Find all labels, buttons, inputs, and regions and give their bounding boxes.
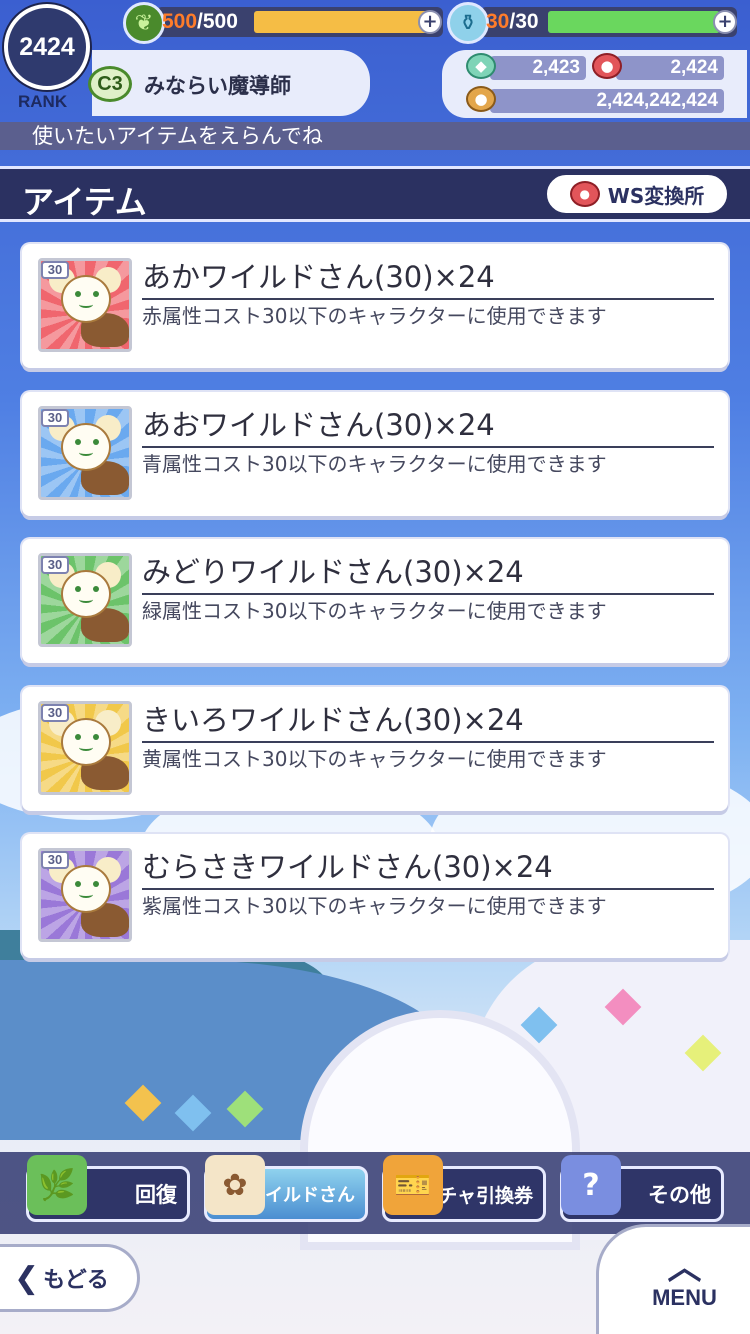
ws-stone-icon: ● — [569, 181, 600, 207]
rank-badge: 2424 — [4, 4, 90, 90]
item-name: みどりワイルドさん(30)×24 — [142, 549, 714, 595]
item-description: 紫属性コスト30以下のキャラクターに使用できます — [142, 894, 607, 918]
item-name: きいろワイルドさん(30)×24 — [142, 697, 714, 743]
potion-plus-button[interactable]: + — [713, 10, 737, 34]
wild-san-icon: ✿ — [205, 1155, 265, 1215]
wild-san-thumbnail: 30 — [38, 848, 132, 942]
stamina-plus-button[interactable]: + — [418, 10, 442, 34]
ws-stone-icon: ● — [592, 53, 622, 79]
item-name: あおワイルドさん(30)×24 — [142, 402, 714, 448]
coin-icon: ● — [466, 86, 496, 112]
item-card[interactable]: 30 みどりワイルドさん(30)×24 緑属性コスト30以下のキャラクターに使用でき… — [22, 539, 728, 663]
bottle-icon: ⚱ — [447, 2, 489, 44]
menu-label: MENU — [652, 1284, 717, 1310]
item-card[interactable]: 30 あかワイルドさん(30)×24 赤属性コスト30以下のキャラクターに使用できま… — [22, 244, 728, 368]
back-button[interactable]: ❮ もどる — [0, 1244, 140, 1312]
thumb-cost-badge: 30 — [41, 556, 69, 574]
coin-count: 2,424,242,424 — [490, 89, 724, 113]
thumb-cost-badge: 30 — [41, 704, 69, 722]
stamina-max: /500 — [197, 10, 238, 33]
rank-label: RANK — [18, 92, 68, 111]
stamina-text: 500/500 — [162, 10, 238, 34]
thumb-cost-badge: 30 — [41, 409, 69, 427]
stamina-current: 500 — [162, 10, 198, 33]
potion-text: 30/30 — [486, 10, 539, 34]
ws-exchange-button[interactable]: ● WS変換所 — [544, 172, 730, 216]
instruction-bar: 使いたいアイテムをえらんでね — [0, 122, 750, 150]
wild-san-thumbnail: 30 — [38, 553, 132, 647]
item-description: 青属性コスト30以下のキャラクターに使用できます — [142, 452, 607, 476]
rank-value: 2424 — [19, 32, 75, 61]
item-card[interactable]: 30 きいろワイルドさん(30)×24 黄属性コスト30以下のキャラクターに使用でき… — [22, 687, 728, 811]
item-card[interactable]: 30 あおワイルドさん(30)×24 青属性コスト30以下のキャラクターに使用できま… — [22, 392, 728, 516]
potion-max: /30 — [509, 10, 539, 33]
ws-exchange-label: WS変換所 — [607, 183, 705, 208]
item-description: 緑属性コスト30以下のキャラクターに使用できます — [142, 599, 607, 623]
potion-current: 30 — [486, 10, 510, 33]
wild-san-thumbnail: 30 — [38, 258, 132, 352]
stamina-fill — [254, 11, 430, 33]
leaf-icon: ❦ — [123, 2, 165, 44]
item-description: 赤属性コスト30以下のキャラクターに使用できます — [142, 304, 607, 328]
item-card[interactable]: 30 むらさきワイルドさん(30)×24 紫属性コスト30以下のキャラクターに使用で… — [22, 834, 728, 958]
ws-count: 2,424 — [616, 56, 724, 80]
item-name: あかワイルドさん(30)×24 — [142, 254, 714, 300]
thumb-cost-badge: 30 — [41, 851, 69, 869]
section-title: アイテム — [22, 183, 147, 221]
wild-san-thumbnail: 30 — [38, 406, 132, 500]
ticket-icon: 🎫 — [383, 1155, 443, 1215]
back-label: もどる — [43, 1268, 109, 1293]
menu-button[interactable]: ︿ MENU — [596, 1224, 750, 1334]
gem-icon: ◆ — [466, 53, 496, 79]
wild-san-thumbnail: 30 — [38, 701, 132, 795]
chevron-left-icon: ❮ — [14, 1260, 40, 1296]
item-name: むらさきワイルドさん(30)×24 — [142, 844, 714, 890]
tab-other[interactable]: ? その他 — [560, 1155, 724, 1222]
herb-bottle-icon: 🌿 — [27, 1155, 87, 1215]
tab-label: 回復 — [135, 1183, 177, 1207]
player-name: みならい魔導師 — [144, 74, 291, 98]
potion-fill — [548, 11, 720, 33]
gem-count: 2,423 — [490, 56, 586, 80]
chevron-up-icon: ︿ — [667, 1247, 702, 1288]
tab-ws-wild-san[interactable]: ✿ WSワイルドさん — [204, 1155, 368, 1222]
tab-recovery[interactable]: 🌿 回復 — [26, 1155, 190, 1222]
tab-label: その他 — [648, 1183, 711, 1207]
tab-gacha-ticket[interactable]: 🎫 ガチャ引換券 — [382, 1155, 546, 1222]
thumb-cost-badge: 30 — [41, 261, 69, 279]
mystery-card-icon: ? — [561, 1155, 621, 1215]
item-description: 黄属性コスト30以下のキャラクターに使用できます — [142, 747, 607, 771]
class-badge: C3 — [88, 66, 132, 102]
